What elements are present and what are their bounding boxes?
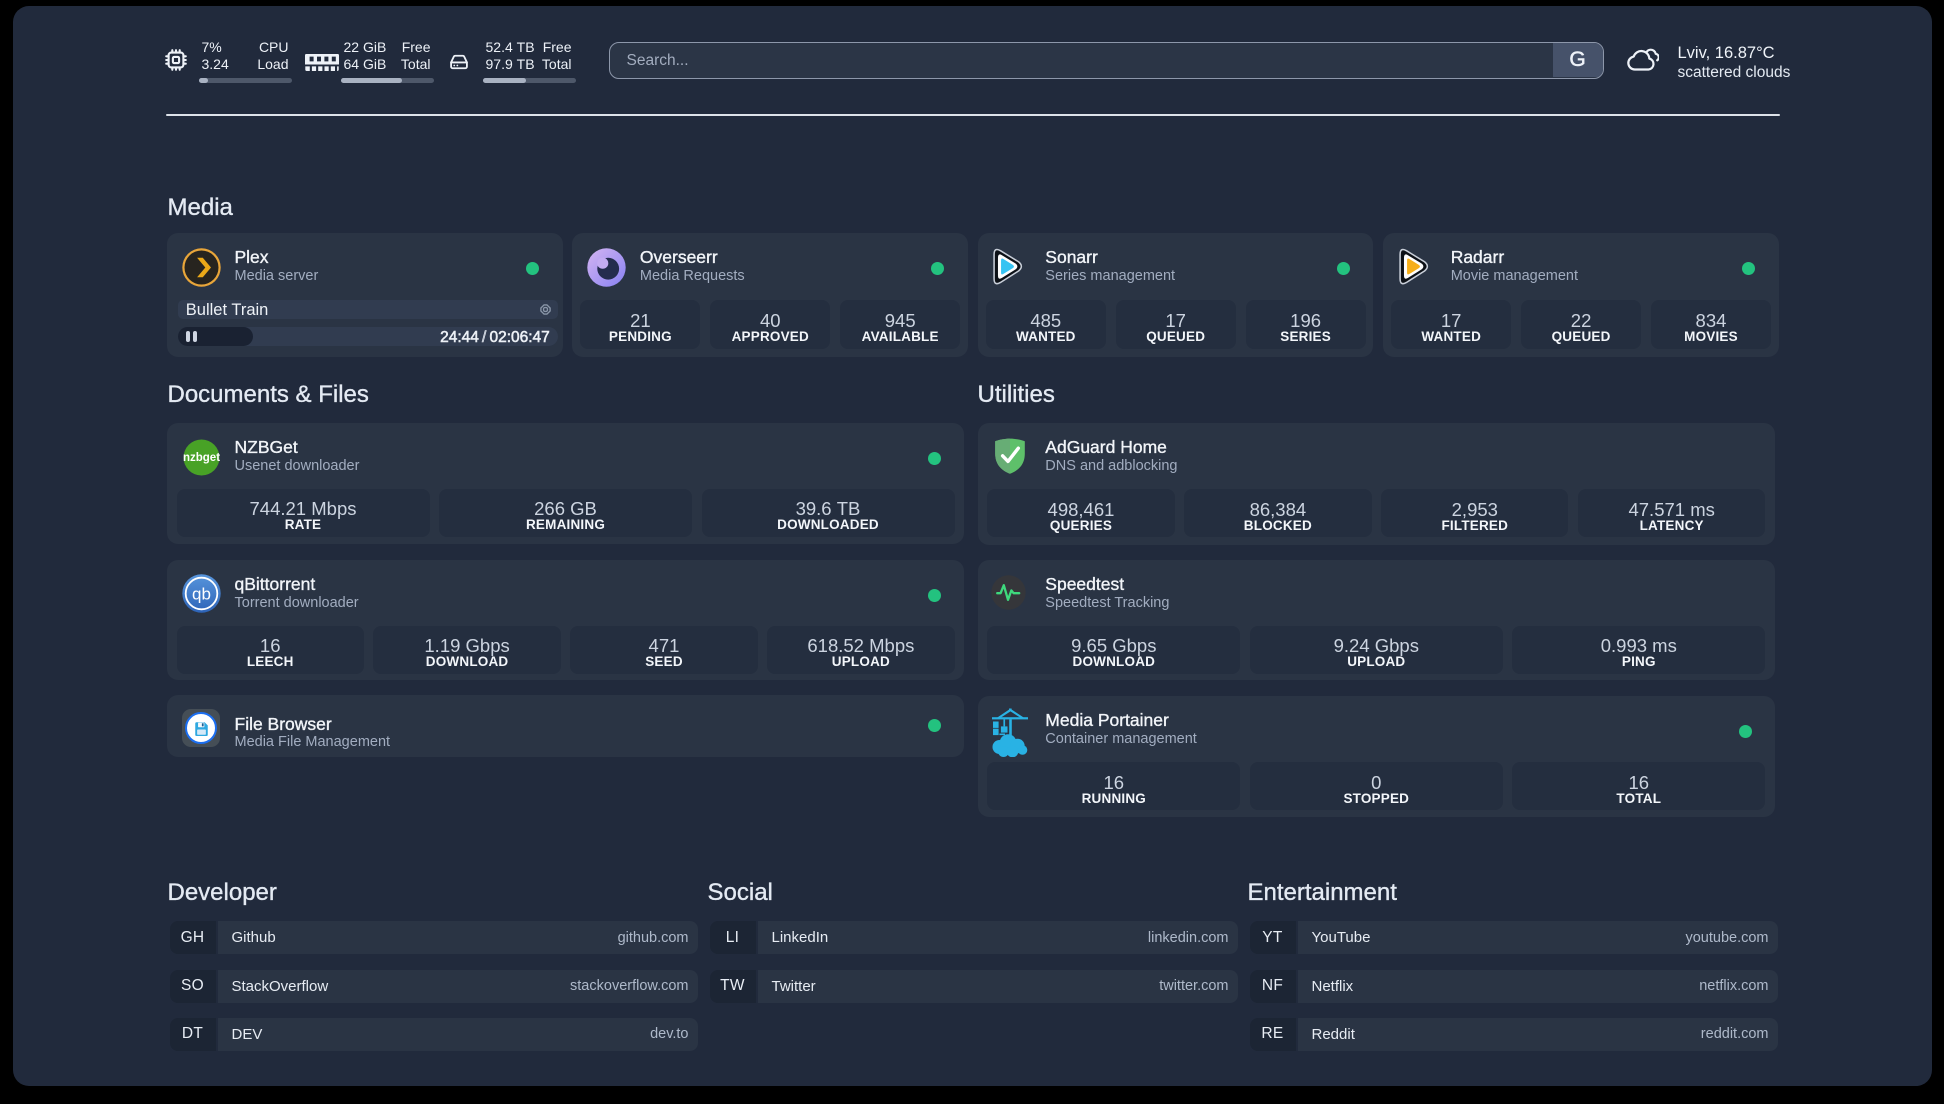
svg-text:nzbget: nzbget bbox=[182, 452, 219, 464]
svg-text:qb: qb bbox=[192, 584, 211, 603]
